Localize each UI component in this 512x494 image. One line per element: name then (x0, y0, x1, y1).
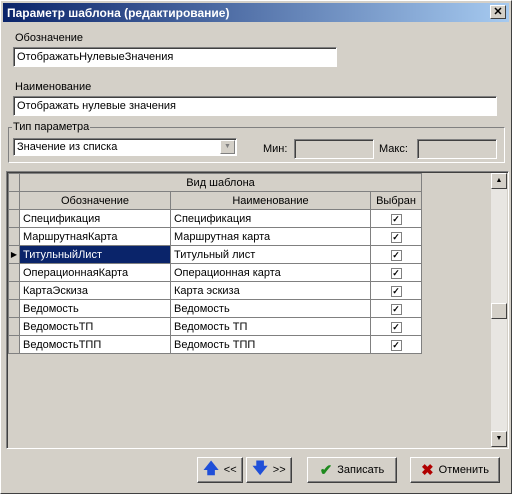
cell-name[interactable]: Ведомость ТПП (170, 335, 371, 354)
vertical-scrollbar[interactable]: ▲ ▼ (491, 173, 507, 447)
row-indicator[interactable] (8, 227, 20, 246)
name-label: Наименование (15, 81, 92, 93)
cell-selected[interactable]: ✓ (370, 317, 422, 336)
cell-code[interactable]: Ведомость (19, 299, 171, 318)
cell-selected[interactable]: ✓ (370, 299, 422, 318)
cell-selected[interactable]: ✓ (370, 227, 422, 246)
selected-checkbox[interactable]: ✓ (390, 249, 402, 261)
arrow-up-icon: 🡅 (203, 459, 219, 477)
row-indicator[interactable] (8, 263, 20, 282)
close-button[interactable]: ✕ (490, 5, 506, 19)
cell-name[interactable]: Карта эскиза (170, 281, 371, 300)
cancel-button[interactable]: ✖ Отменить (410, 457, 500, 483)
name-input[interactable]: Отображать нулевые значения (13, 96, 497, 116)
selected-checkbox[interactable]: ✓ (390, 285, 402, 297)
title-bar[interactable]: Параметр шаблона (редактирование) ✕ (3, 3, 509, 22)
selected-checkbox[interactable]: ✓ (390, 213, 402, 225)
max-field[interactable] (417, 139, 497, 159)
template-table: Вид шаблона Обозначение Наименование Выб… (8, 173, 422, 354)
cell-selected[interactable]: ✓ (370, 245, 422, 264)
max-label: Макс: (379, 143, 408, 155)
cell-name[interactable]: Спецификация (170, 209, 371, 228)
cell-code[interactable]: ТитульныйЛист (19, 245, 171, 264)
cell-name[interactable]: Операционная карта (170, 263, 371, 282)
cross-icon: ✖ (421, 462, 434, 479)
table-row[interactable]: Спецификация Спецификация ✓ (8, 209, 422, 228)
cell-code[interactable]: МаршрутнаяКарта (19, 227, 171, 246)
row-indicator[interactable] (8, 281, 20, 300)
move-up-button[interactable]: 🡅 << (197, 457, 243, 483)
table-row[interactable]: ▶ ТитульныйЛист Титульный лист ✓ (8, 245, 422, 264)
row-indicator[interactable] (8, 317, 20, 336)
param-type-selected: Значение из списка (17, 141, 118, 153)
table-row[interactable]: МаршрутнаяКарта Маршрутная карта ✓ (8, 227, 422, 246)
chevron-down-icon[interactable]: ▼ (220, 140, 235, 154)
table-row[interactable]: ВедомостьТПП Ведомость ТПП ✓ (8, 335, 422, 354)
param-type-label: Тип параметра (12, 121, 91, 133)
move-down-button[interactable]: 🡇 >> (246, 457, 292, 483)
table-row[interactable]: ВедомостьТП Ведомость ТП ✓ (8, 317, 422, 336)
table-row[interactable]: КартаЭскиза Карта эскиза ✓ (8, 281, 422, 300)
group-header: Вид шаблона (19, 173, 422, 192)
save-label: Записать (337, 464, 385, 476)
cell-code[interactable]: ВедомостьТП (19, 317, 171, 336)
selected-checkbox[interactable]: ✓ (390, 321, 402, 333)
cell-code[interactable]: ОперационнаяКарта (19, 263, 171, 282)
param-type-select[interactable]: Значение из списка ▼ (13, 138, 237, 156)
move-down-label: >> (272, 464, 286, 476)
designation-input[interactable]: ОтображатьНулевыеЗначения (13, 47, 337, 67)
cell-code[interactable]: КартаЭскиза (19, 281, 171, 300)
indicator-header (8, 191, 20, 210)
column-header-name[interactable]: Наименование (170, 191, 371, 210)
cancel-label: Отменить (438, 464, 489, 476)
scroll-thumb[interactable] (491, 303, 507, 319)
cell-selected[interactable]: ✓ (370, 209, 422, 228)
min-field[interactable] (294, 139, 374, 159)
scroll-down-icon[interactable]: ▼ (491, 431, 507, 447)
selected-checkbox[interactable]: ✓ (390, 339, 402, 351)
column-header-selected[interactable]: Выбран (370, 191, 422, 210)
cell-code[interactable]: ВедомостьТПП (19, 335, 171, 354)
selected-checkbox[interactable]: ✓ (390, 231, 402, 243)
row-indicator[interactable] (8, 209, 20, 228)
checkmark-icon: ✔ (319, 462, 333, 479)
selected-checkbox[interactable]: ✓ (390, 303, 402, 315)
template-grid[interactable]: Вид шаблона Обозначение Наименование Выб… (6, 171, 509, 449)
selected-checkbox[interactable]: ✓ (390, 267, 402, 279)
scroll-up-icon[interactable]: ▲ (491, 173, 507, 189)
save-button[interactable]: ✔ Записать (307, 457, 397, 483)
table-row[interactable]: Ведомость Ведомость ✓ (8, 299, 422, 318)
indicator-header (8, 173, 20, 192)
column-header-code[interactable]: Обозначение (19, 191, 171, 210)
cell-selected[interactable]: ✓ (370, 281, 422, 300)
cell-selected[interactable]: ✓ (370, 263, 422, 282)
cell-code[interactable]: Спецификация (19, 209, 171, 228)
dialog-window: Параметр шаблона (редактирование) ✕ Обоз… (0, 0, 512, 494)
cell-selected[interactable]: ✓ (370, 335, 422, 354)
window-title: Параметр шаблона (редактирование) (7, 6, 230, 20)
cell-name[interactable]: Маршрутная карта (170, 227, 371, 246)
designation-label: Обозначение (15, 32, 84, 44)
table-row[interactable]: ОперационнаяКарта Операционная карта ✓ (8, 263, 422, 282)
cell-name[interactable]: Ведомость ТП (170, 317, 371, 336)
cell-name[interactable]: Титульный лист (170, 245, 371, 264)
min-label: Мин: (263, 143, 288, 155)
move-up-label: << (223, 464, 237, 476)
row-indicator[interactable]: ▶ (8, 245, 20, 264)
row-indicator[interactable] (8, 335, 20, 354)
arrow-down-icon: 🡇 (252, 459, 268, 477)
row-indicator[interactable] (8, 299, 20, 318)
cell-name[interactable]: Ведомость (170, 299, 371, 318)
